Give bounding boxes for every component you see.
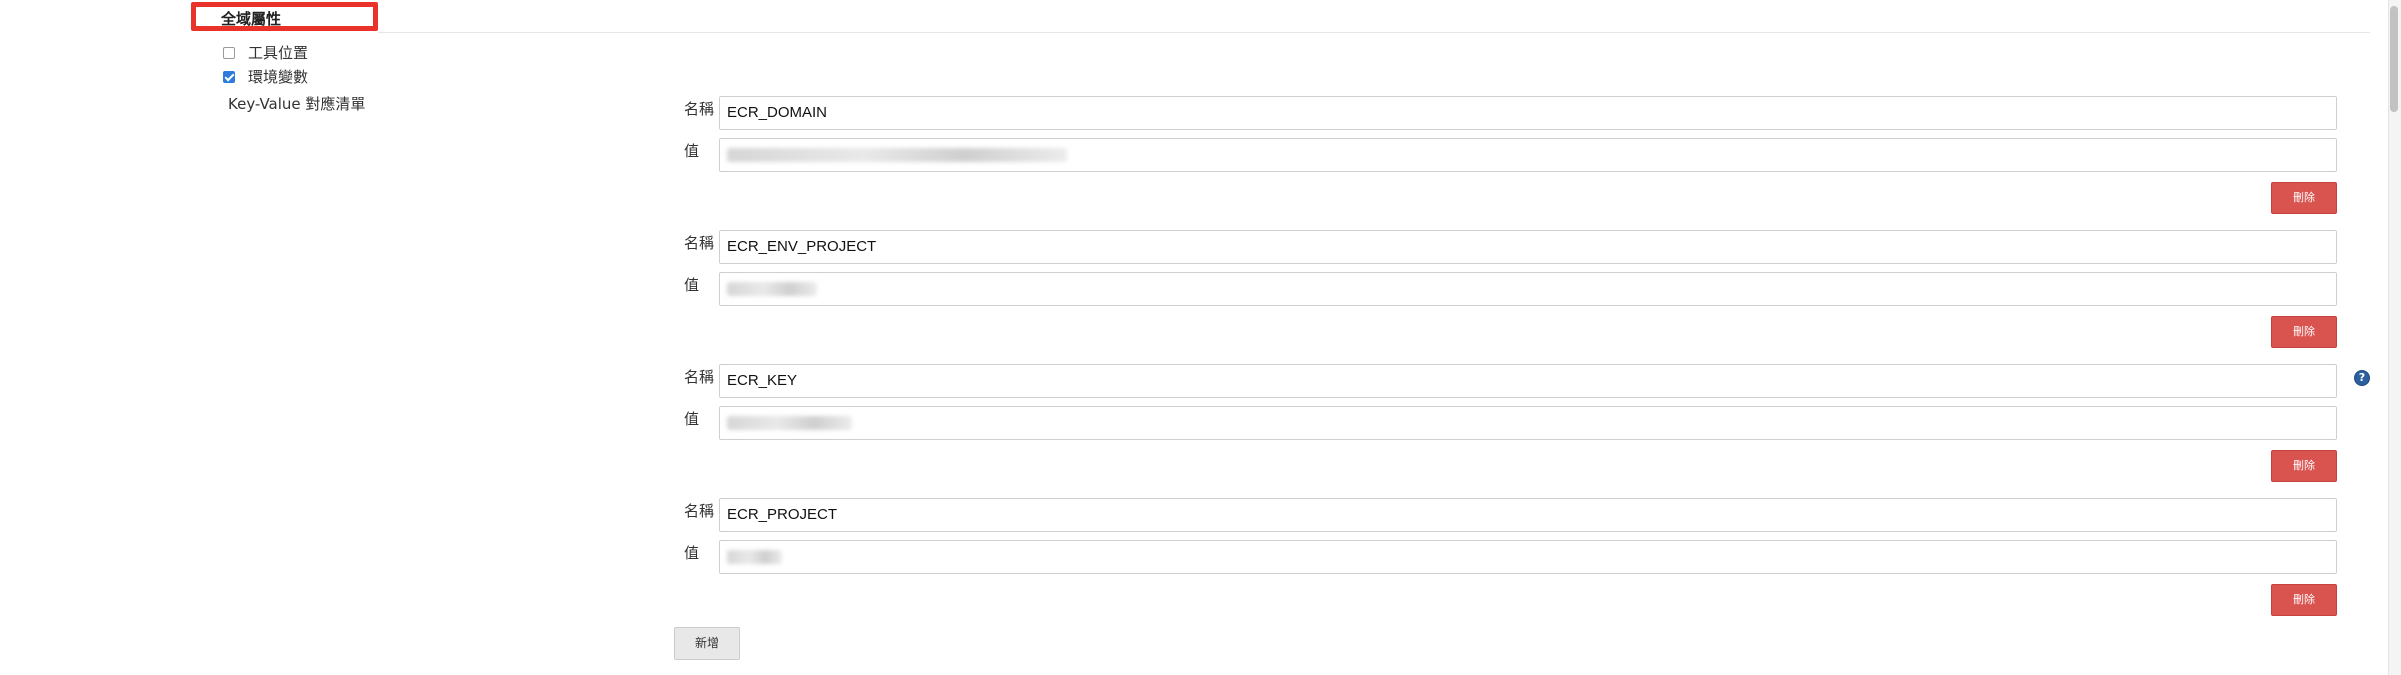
value-input[interactable] <box>719 540 2337 574</box>
obscured-value <box>727 148 1067 163</box>
section-highlight-box <box>191 2 378 31</box>
name-input[interactable]: ECR_KEY <box>719 364 2337 398</box>
name-input[interactable]: ECR_DOMAIN <box>719 96 2337 130</box>
delete-button[interactable]: 刪除 <box>2271 584 2337 616</box>
scrollbar-thumb[interactable] <box>2390 6 2398 112</box>
delete-button[interactable]: 刪除 <box>2271 316 2337 348</box>
value-label: 值 <box>684 410 700 428</box>
tool-locations-option[interactable]: 工具位置 <box>223 42 308 63</box>
kv-list-label: Key-Value 對應清單 <box>228 95 366 113</box>
name-label: 名稱 <box>684 100 715 118</box>
delete-button[interactable]: 刪除 <box>2271 182 2337 214</box>
section-divider <box>378 32 2370 33</box>
kv-entry: 名稱 ECR_PROJECT 值 刪除 <box>684 498 2344 618</box>
kv-entry: 名稱 ECR_DOMAIN 值 刪除 <box>684 96 2344 216</box>
name-label: 名稱 <box>684 234 715 252</box>
name-input[interactable]: ECR_PROJECT <box>719 498 2337 532</box>
env-vars-label: 環境變數 <box>248 68 309 86</box>
obscured-value <box>727 416 852 431</box>
kv-entry: 名稱 ECR_ENV_PROJECT 值 刪除 <box>684 230 2344 350</box>
value-label: 值 <box>684 544 700 562</box>
value-input[interactable] <box>719 272 2337 306</box>
help-icon[interactable]: ? <box>2354 370 2370 386</box>
env-vars-option[interactable]: 環境變數 <box>223 66 308 87</box>
value-input[interactable] <box>719 138 2337 172</box>
tool-locations-label: 工具位置 <box>248 44 309 62</box>
name-label: 名稱 <box>684 502 715 520</box>
env-vars-checkbox[interactable] <box>223 70 235 83</box>
tool-locations-checkbox[interactable] <box>223 46 235 59</box>
obscured-value <box>727 282 817 297</box>
value-label: 值 <box>684 142 700 160</box>
add-button[interactable]: 新增 <box>674 627 740 660</box>
delete-button[interactable]: 刪除 <box>2271 450 2337 482</box>
section-title: 全域屬性 <box>221 10 282 28</box>
name-input[interactable]: ECR_ENV_PROJECT <box>719 230 2337 264</box>
global-properties-page: 全域屬性 工具位置 環境變數 Key-Value 對應清單 名稱 ECR_DOM… <box>0 0 2401 675</box>
name-label: 名稱 <box>684 368 715 386</box>
value-input[interactable] <box>719 406 2337 440</box>
value-label: 值 <box>684 276 700 294</box>
kv-entry: 名稱 ECR_KEY 值 刪除 <box>684 364 2344 484</box>
obscured-value <box>727 550 782 565</box>
